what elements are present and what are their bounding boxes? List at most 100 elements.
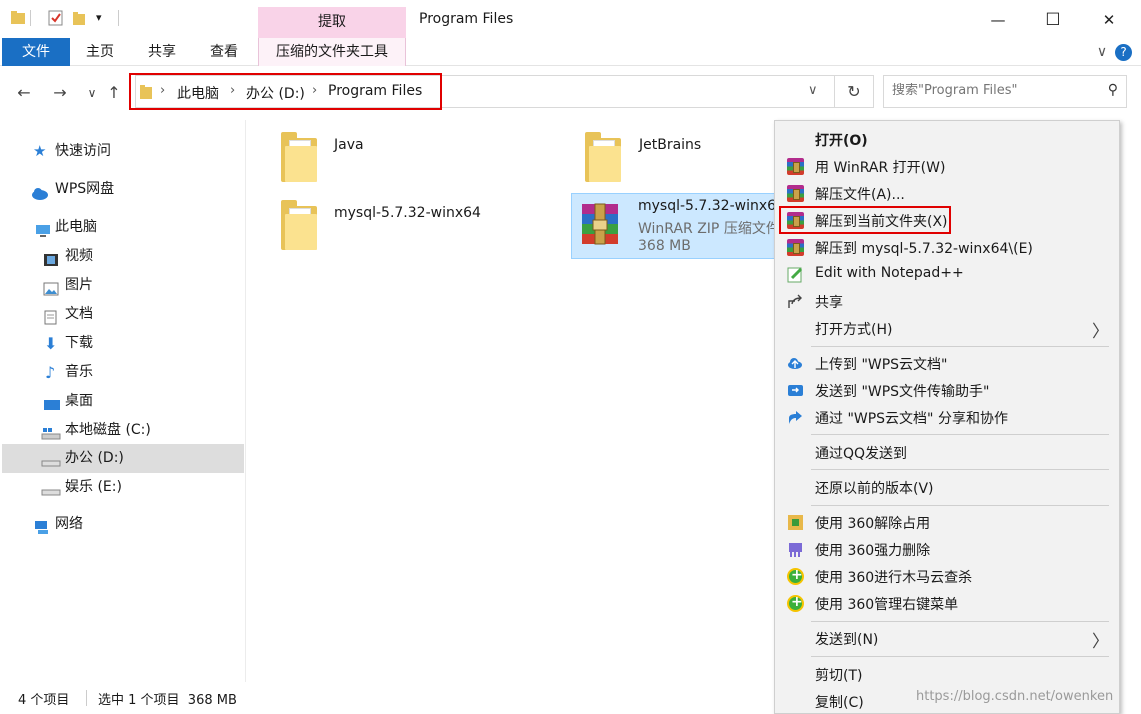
sidebar-label: WPS网盘 [55,181,115,197]
sidebar-label: 此电脑 [55,219,97,235]
menu-item-wps-upload[interactable]: 上传到 "WPS云文档" [775,350,1119,377]
menu-item-cut[interactable]: 剪切(T) [775,661,1119,688]
extract-here-highlight-box [779,206,951,234]
forward-button[interactable]: → [50,82,70,104]
selection-info: 选中 1 个项目 368 MB [98,693,237,708]
sidebar-item-downloads[interactable]: ⬇ 下载 [2,329,244,358]
menu-label: 通过QQ发送到 [815,446,908,462]
properties-icon[interactable] [48,10,64,26]
menu-item-notepad[interactable]: Edit with Notepad++ [775,261,1119,288]
wps-transfer-icon [787,382,804,399]
video-icon [43,249,59,266]
sidebar-label: 办公 (D:) [65,450,124,466]
sidebar-item-music[interactable]: ♪ 音乐 [2,358,244,387]
cloud-icon [31,182,48,200]
computer-icon [35,220,51,237]
sidebar-item-documents[interactable]: 文档 [2,300,244,329]
menu-item-winrar-open[interactable]: 用 WinRAR 打开(W) [775,153,1119,180]
back-button[interactable]: ← [14,82,34,104]
menu-item-360-manage-menu[interactable]: 使用 360管理右键菜单 [775,590,1119,617]
menu-item-wps-send[interactable]: 发送到 "WPS文件传输助手" [775,377,1119,404]
menu-item-open-with[interactable]: 打开方式(H) 〉 [775,315,1119,342]
menu-item-open[interactable]: 打开(O) [775,126,1119,153]
file-item-mysql-zip[interactable]: mysql-5.7.32-winx6 WinRAR ZIP 压缩文件 368 M… [571,193,781,259]
search-icon[interactable]: ⚲ [1108,82,1118,98]
menu-item-restore-versions[interactable]: 还原以前的版本(V) [775,474,1119,501]
sidebar-label: 视频 [65,248,93,264]
sidebar-item-drive-c[interactable]: 本地磁盘 (C:) [2,416,244,445]
picture-icon [43,278,59,296]
sidebar-item-this-pc[interactable]: 此电脑 [2,213,244,242]
star-icon: ★ [33,142,47,160]
recent-locations-button[interactable]: ∨ [82,82,102,104]
close-button[interactable]: ✕ [1096,8,1122,32]
ribbon-expand-button[interactable]: ∨ [1092,38,1112,66]
sidebar-label: 快速访问 [55,143,111,159]
watermark: https://blog.csdn.net/owenken [916,689,1114,704]
menu-label: 复制(C) [815,695,864,711]
sidebar-item-desktop[interactable]: 桌面 [2,387,244,416]
maximize-button[interactable]: ☐ [1040,8,1066,32]
menu-item-360-scan[interactable]: 使用 360进行木马云查杀 [775,563,1119,590]
menu-label: 打开方式(H) [815,322,893,338]
menu-separator [811,469,1109,470]
sidebar-label: 音乐 [65,364,93,380]
menu-label: 用 WinRAR 打开(W) [815,160,946,176]
menu-item-extract-files[interactable]: 解压文件(A)... [775,180,1119,207]
folder-item-mysql[interactable]: mysql-5.7.32-winx64 [281,200,521,256]
menu-item-360-unlock[interactable]: 使用 360解除占用 [775,509,1119,536]
minimize-button[interactable]: — [985,8,1011,32]
refresh-button[interactable]: ↻ [834,75,874,108]
quick-access-menu[interactable]: ▾ [96,11,112,27]
winrar-icon [787,185,804,202]
menu-label: 使用 360管理右键菜单 [815,597,959,613]
tab-view[interactable]: 查看 [202,38,246,66]
sidebar-label: 娱乐 (E:) [65,479,122,495]
tab-home[interactable]: 主页 [78,38,122,66]
folder-item-java[interactable]: Java [281,132,501,188]
sidebar-item-videos[interactable]: 视频 [2,242,244,271]
360-security-icon [787,594,804,612]
cloud-upload-icon [787,355,804,372]
address-dropdown-icon[interactable]: ∨ [808,83,818,98]
search-input[interactable] [892,83,1092,98]
ribbon-tabs: 文件 主页 共享 查看 压缩的文件夹工具 ∨ ? [0,38,1141,66]
new-folder-icon[interactable] [72,10,88,26]
sidebar-item-network[interactable]: 网络 [2,510,244,539]
sidebar-item-wps-drive[interactable]: WPS网盘 [2,175,244,204]
folder-icon [281,132,317,182]
menu-label: 使用 360解除占用 [815,516,931,532]
menu-label: 共享 [815,295,843,311]
up-button[interactable]: ↑ [104,82,124,104]
music-icon: ♪ [45,363,56,382]
menu-item-wps-share[interactable]: 通过 "WPS云文档" 分享和协作 [775,404,1119,431]
sidebar-label: 文档 [65,306,93,322]
search-box[interactable]: ⚲ [883,75,1127,108]
sidebar-item-drive-d[interactable]: 办公 (D:) [2,444,244,473]
tab-compressed-folder-tools[interactable]: 压缩的文件夹工具 [258,38,406,66]
sidebar-item-quick-access[interactable]: ★ 快速访问 [2,137,244,166]
menu-label: 发送到(N) [815,632,879,648]
tab-file[interactable]: 文件 [2,38,70,66]
sidebar-label: 下载 [65,335,93,351]
notepad-icon [787,266,804,283]
menu-item-send-to[interactable]: 发送到(N) 〉 [775,625,1119,652]
tab-share[interactable]: 共享 [140,38,184,66]
file-name: mysql-5.7.32-winx64 [334,205,481,221]
sidebar-item-pictures[interactable]: 图片 [2,271,244,300]
menu-item-extract-to-folder[interactable]: 解压到 mysql-5.7.32-winx64\(E) [775,234,1119,261]
menu-label: 解压文件(A)... [815,187,905,203]
navigation-pane: ★ 快速访问 WPS网盘 此电脑 视频 图片 文档 ⬇ 下载 ♪ 音乐 桌面 本… [0,120,246,682]
menu-item-qq-send[interactable]: 通过QQ发送到 [775,439,1119,466]
folder-item-jetbrains[interactable]: JetBrains [585,132,765,188]
menu-item-share[interactable]: 共享 [775,288,1119,315]
sidebar-item-drive-e[interactable]: 娱乐 (E:) [2,473,244,502]
item-count: 4 个项目 [18,693,70,708]
help-icon[interactable]: ? [1115,44,1132,61]
extract-tool-title: 提取 [258,7,406,38]
360-unlock-icon [787,514,804,531]
file-name: JetBrains [639,137,702,153]
context-menu: 打开(O) 用 WinRAR 打开(W) 解压文件(A)... 解压到当前文件夹… [774,120,1120,714]
menu-item-360-delete[interactable]: 使用 360强力删除 [775,536,1119,563]
network-icon [33,517,49,534]
